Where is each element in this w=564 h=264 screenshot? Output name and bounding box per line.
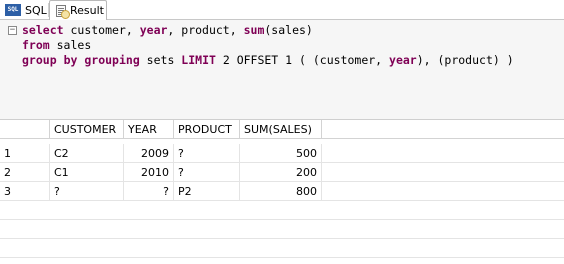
cell-sum-sales[interactable]: 200 bbox=[240, 163, 322, 182]
column-header-sum-sales[interactable]: SUM(SALES) bbox=[240, 120, 322, 139]
column-header-year[interactable]: YEAR bbox=[124, 120, 174, 139]
column-header-product[interactable]: PRODUCT bbox=[174, 120, 240, 139]
keyword: group bbox=[22, 53, 57, 67]
table-row[interactable]: 3 ? ? P2 800 bbox=[0, 182, 564, 201]
cell-customer[interactable]: C2 bbox=[50, 144, 124, 163]
result-icon bbox=[56, 4, 70, 19]
result-grid[interactable]: CUSTOMER YEAR PRODUCT SUM(SALES) 1 C2 20… bbox=[0, 120, 564, 264]
code-line-1: select customer, year, product, sum(sale… bbox=[22, 23, 514, 38]
code-text: , product, bbox=[167, 23, 244, 37]
keyword: by bbox=[63, 53, 78, 67]
empty-row bbox=[0, 220, 564, 239]
keyword: sum bbox=[243, 23, 265, 37]
code-text: ), (product) ) bbox=[416, 53, 514, 67]
cell-sum-sales[interactable]: 500 bbox=[240, 144, 322, 163]
keyword: from bbox=[22, 38, 50, 52]
sql-icon: SQL bbox=[5, 4, 21, 16]
code-text: 2 OFFSET 1 ( (customer, bbox=[215, 53, 390, 67]
editor-tab-bar: SQL SQL Result bbox=[0, 0, 564, 21]
tab-sql[interactable]: SQL SQL bbox=[2, 0, 48, 20]
empty-row bbox=[0, 239, 564, 258]
row-number: 1 bbox=[0, 144, 50, 163]
table-row[interactable]: 2 C1 2010 ? 200 bbox=[0, 163, 564, 182]
keyword: select bbox=[22, 23, 64, 37]
cell-product[interactable]: P2 bbox=[174, 182, 240, 201]
row-number: 2 bbox=[0, 163, 50, 182]
code-text: customer, bbox=[63, 23, 140, 37]
keyword: LIMIT bbox=[181, 53, 216, 67]
tab-sql-label: SQL bbox=[25, 3, 47, 17]
row-number: 3 bbox=[0, 182, 50, 201]
cell-product[interactable]: ? bbox=[174, 163, 240, 182]
tab-result[interactable]: Result bbox=[49, 0, 107, 21]
keyword: year bbox=[389, 53, 417, 67]
table-row[interactable]: 1 C2 2009 ? 500 bbox=[0, 144, 564, 163]
code-line-2: from sales bbox=[22, 38, 514, 53]
cell-year[interactable]: 2009 bbox=[124, 144, 174, 163]
cell-year[interactable]: ? bbox=[124, 182, 174, 201]
grid-header-row: CUSTOMER YEAR PRODUCT SUM(SALES) bbox=[0, 120, 564, 139]
keyword: year bbox=[139, 23, 168, 37]
keyword: grouping bbox=[84, 53, 140, 67]
code-text: sales bbox=[49, 38, 92, 52]
code-text: sets bbox=[139, 53, 182, 67]
sql-code[interactable]: select customer, year, product, sum(sale… bbox=[22, 23, 514, 68]
code-line-3: group by grouping sets LIMIT 2 OFFSET 1 … bbox=[22, 53, 514, 68]
cell-product[interactable]: ? bbox=[174, 144, 240, 163]
collapse-icon[interactable]: − bbox=[8, 26, 17, 35]
cell-sum-sales[interactable]: 800 bbox=[240, 182, 322, 201]
sql-editor[interactable]: − select customer, year, product, sum(sa… bbox=[0, 20, 564, 120]
empty-row bbox=[0, 201, 564, 220]
cell-customer[interactable]: C1 bbox=[50, 163, 124, 182]
cell-year[interactable]: 2010 bbox=[124, 163, 174, 182]
code-text: (sales) bbox=[264, 23, 313, 37]
cell-customer[interactable]: ? bbox=[50, 182, 124, 201]
row-number-header bbox=[0, 120, 50, 139]
tab-result-label: Result bbox=[70, 4, 104, 17]
editor-gutter: − bbox=[0, 20, 20, 120]
column-header-customer[interactable]: CUSTOMER bbox=[50, 120, 124, 139]
